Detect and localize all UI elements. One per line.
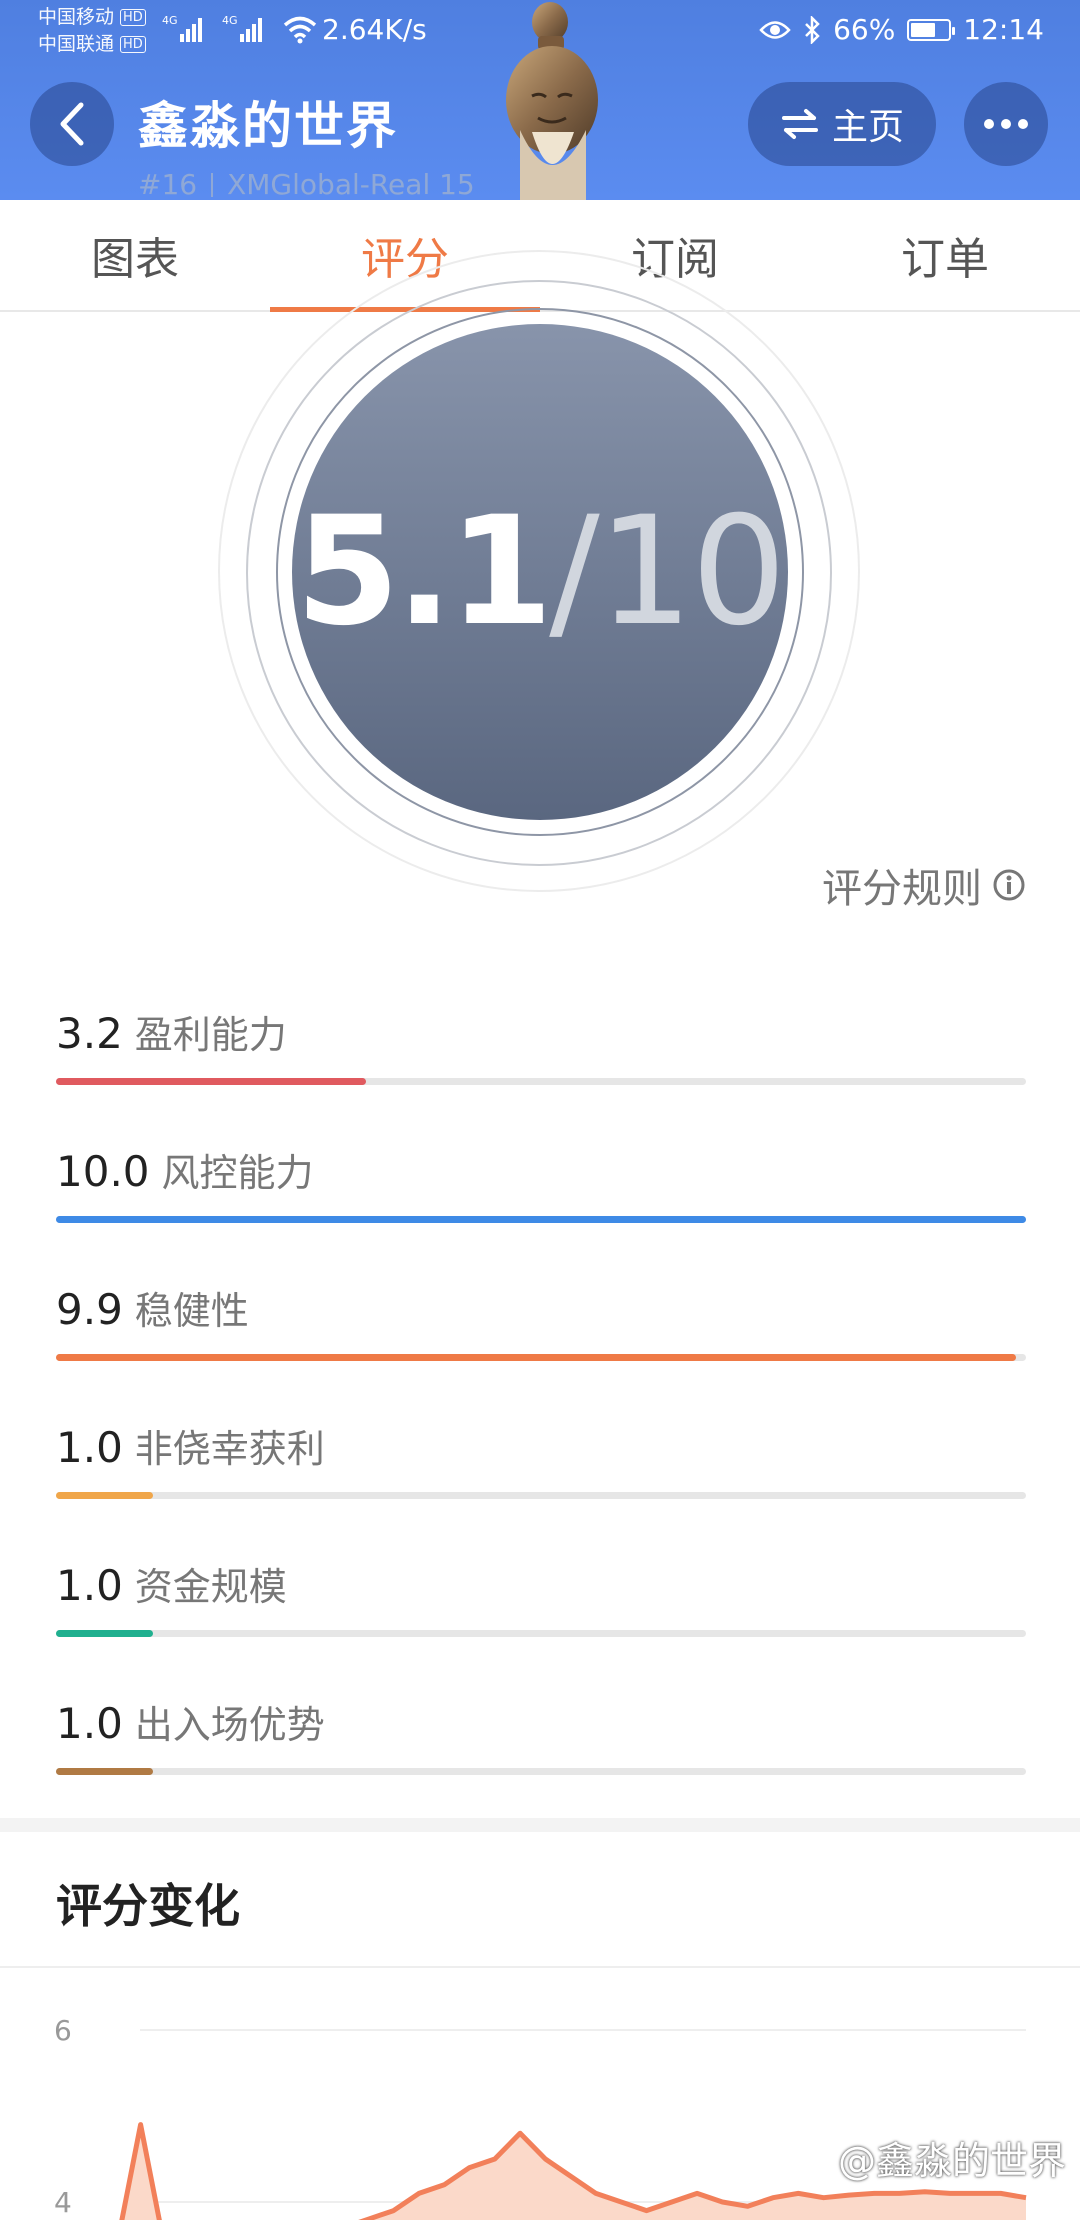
section-line	[0, 1966, 1080, 1968]
metric-label: 稳健性	[134, 1289, 249, 1333]
metric-label: 资金规模	[134, 1565, 287, 1609]
carrier-info: 中国移动 HD 中国联通 HD	[38, 4, 146, 58]
svg-text:4G: 4G	[162, 14, 178, 27]
metric-value: 10.0	[56, 1147, 150, 1196]
metric-row: 3.2 盈利能力	[56, 1004, 1026, 1085]
watermark-text: @鑫淼的世界	[837, 2139, 1066, 2183]
chart-y-tick-label: 4	[54, 2186, 72, 2219]
hd-badge: HD	[120, 9, 146, 26]
metric-label: 非侥幸获利	[134, 1427, 325, 1471]
app-header: 中国移动 HD 中国联通 HD 4G 4G 2.64K/s 66% 12:14 …	[0, 0, 1080, 200]
avatar-statue-image	[506, 2, 598, 200]
metric-label: 风控能力	[161, 1151, 314, 1195]
chevron-left-icon	[60, 102, 84, 146]
battery-icon	[907, 18, 956, 41]
status-right: 66% 12:14	[759, 13, 1044, 46]
metric-label: 盈利能力	[134, 1013, 287, 1057]
hd-badge: HD	[120, 36, 146, 53]
signal-icon: 4G 4G	[162, 14, 318, 44]
network-speed: 2.64K/s	[322, 13, 427, 46]
metric-progress-fill	[56, 1078, 367, 1085]
score-rules-link[interactable]: 评分规则	[822, 856, 1026, 914]
score-change-chart: 64	[54, 2014, 1027, 2220]
carrier-2: 中国联通	[38, 33, 115, 55]
clock: 12:14	[963, 13, 1044, 46]
battery-percent: 66%	[833, 13, 896, 46]
metric-row: 1.0 出入场优势	[56, 1694, 1026, 1775]
metric-progress-track	[56, 1216, 1026, 1223]
metric-row: 10.0 风控能力	[56, 1142, 1026, 1223]
metric-progress-fill	[56, 1630, 153, 1637]
metric-progress-fill	[56, 1492, 153, 1499]
home-button[interactable]: 主页	[748, 82, 936, 166]
account-subtitle: #16 XMGlobal-Real 15	[138, 168, 475, 200]
weibo-logo-icon	[804, 2149, 829, 2171]
metric-value: 1.0	[56, 1561, 123, 1610]
metric-progress-fill	[56, 1768, 153, 1775]
metric-value: 3.2	[56, 1009, 123, 1058]
score-rules-label: 评分规则	[822, 866, 982, 912]
page-title: 鑫淼的世界	[138, 97, 398, 155]
metric-progress-fill	[56, 1354, 1017, 1361]
eye-icon	[759, 20, 791, 39]
tab-orders[interactable]: 订单	[810, 200, 1080, 310]
rank-badge: #16	[138, 168, 198, 200]
metric-progress-track	[56, 1078, 1026, 1085]
metric-value: 1.0	[56, 1699, 123, 1748]
back-button[interactable]	[30, 82, 114, 166]
metric-row: 1.0 非侥幸获利	[56, 1418, 1026, 1499]
tab-chart[interactable]: 图表	[0, 200, 270, 310]
swap-icon	[781, 109, 818, 139]
metric-row: 1.0 资金规模	[56, 1556, 1026, 1637]
svg-text:4G: 4G	[222, 14, 238, 27]
metric-row: 9.9 稳健性	[56, 1280, 1026, 1361]
metric-value: 9.9	[56, 1285, 123, 1334]
metric-progress-track	[56, 1354, 1026, 1361]
score-circle: 5.1/10	[292, 324, 788, 820]
metric-progress-track	[56, 1768, 1026, 1775]
metric-label: 出入场优势	[134, 1703, 325, 1747]
score-change-title: 评分变化	[56, 1879, 240, 1933]
more-dots-icon	[984, 119, 994, 129]
carrier-1: 中国移动	[38, 6, 115, 28]
chart-y-tick-label: 6	[54, 2014, 72, 2047]
info-icon	[993, 869, 1025, 901]
score-value: 5.1	[295, 485, 553, 659]
metric-progress-track	[56, 1630, 1026, 1637]
metric-progress-track	[56, 1492, 1026, 1499]
metric-progress-fill	[56, 1216, 1026, 1223]
home-button-label: 主页	[831, 107, 904, 148]
section-divider	[0, 1818, 1080, 1832]
wifi-icon	[283, 16, 317, 44]
watermark: @鑫淼的世界	[802, 2130, 1066, 2185]
more-options-button[interactable]	[964, 82, 1048, 166]
bluetooth-icon	[805, 15, 820, 44]
score-max: /10	[549, 485, 786, 659]
metric-value: 1.0	[56, 1423, 123, 1472]
account-name: XMGlobal-Real 15	[227, 168, 475, 200]
